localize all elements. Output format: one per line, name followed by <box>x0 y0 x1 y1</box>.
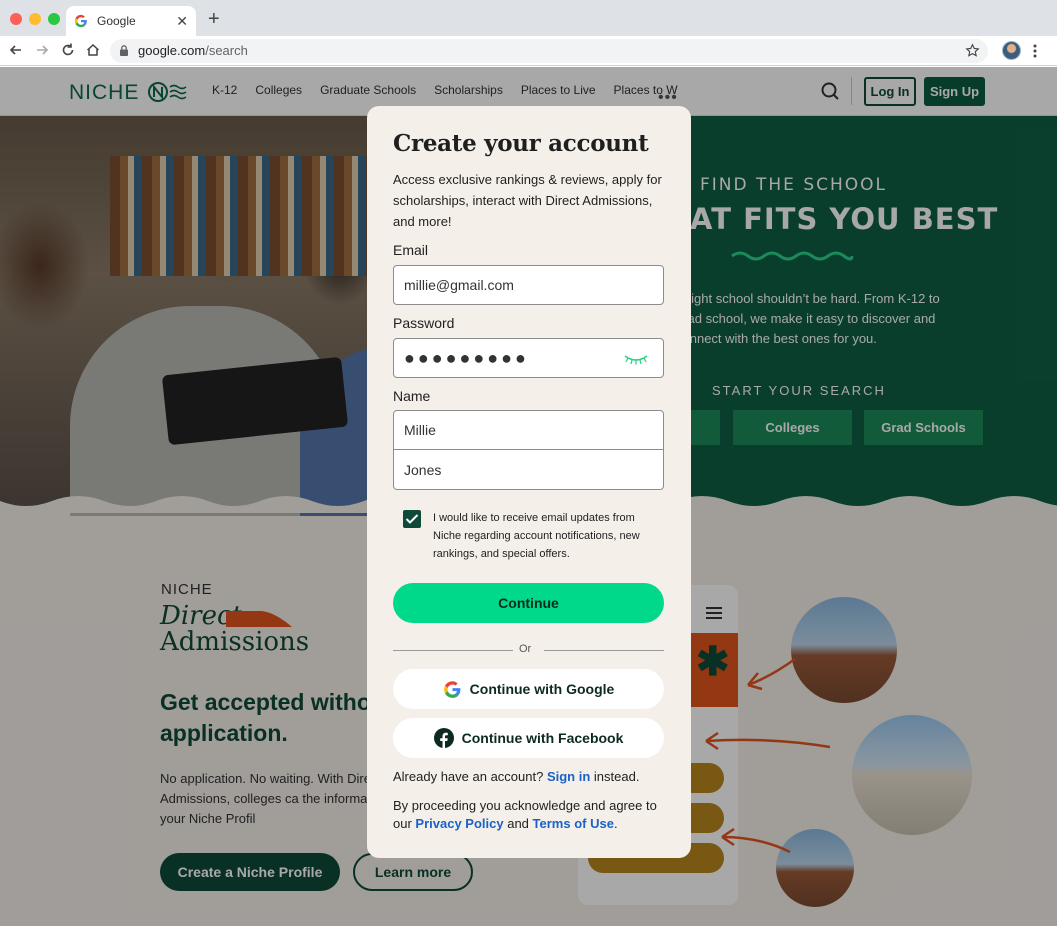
email-label: Email <box>393 242 429 258</box>
browser-toolbar: google.com/search <box>0 36 1057 66</box>
profile-avatar[interactable] <box>1002 41 1021 60</box>
forward-arrow-icon[interactable] <box>34 42 50 58</box>
close-tab-icon[interactable]: ✕ <box>176 13 188 30</box>
maximize-window-icon[interactable] <box>48 13 60 25</box>
first-name-field[interactable]: Millie <box>393 410 664 450</box>
email-field[interactable]: millie@gmail.com <box>393 265 664 305</box>
or-divider-text: Or <box>519 643 532 655</box>
minimize-window-icon[interactable] <box>29 13 41 25</box>
create-account-modal: Create your account Access exclusive ran… <box>367 106 691 858</box>
back-arrow-icon[interactable] <box>8 42 24 58</box>
password-field[interactable]: ●●●●●●●●● <box>393 338 664 378</box>
password-value: ●●●●●●●●● <box>404 347 529 368</box>
signin-prompt-suffix: instead. <box>593 769 640 784</box>
signin-link[interactable]: Sign in <box>547 769 590 784</box>
modal-subtitle: Access exclusive rankings & reviews, app… <box>393 172 662 229</box>
google-signin-label: Continue with Google <box>469 681 615 697</box>
legal-notice: By proceeding you acknowledge and agree … <box>393 797 673 833</box>
signin-prompt-text: Already have an account? <box>393 769 544 784</box>
facebook-signin-label: Continue with Facebook <box>461 730 624 746</box>
modal-title: Create your account <box>393 130 649 157</box>
browser-window: Google ✕ + google.com/search NICHE K-12 … <box>0 0 1057 926</box>
email-optin-checkbox[interactable] <box>403 510 421 528</box>
legal-period: . <box>613 816 618 831</box>
password-label: Password <box>393 315 455 331</box>
checkmark-icon <box>405 514 419 524</box>
bookmark-star-icon[interactable] <box>965 43 980 58</box>
new-tab-button[interactable]: + <box>208 8 220 31</box>
browser-tab[interactable]: Google ✕ <box>66 6 196 36</box>
last-name-field[interactable]: Jones <box>393 450 664 490</box>
lock-icon <box>120 45 128 56</box>
url-path: /search <box>205 43 248 58</box>
legal-and: and <box>507 816 529 831</box>
address-bar[interactable]: google.com/search <box>110 39 988 63</box>
terms-of-use-link[interactable]: Terms of Use <box>533 816 614 831</box>
tab-title: Google <box>97 14 136 28</box>
show-password-icon[interactable] <box>623 352 649 366</box>
google-icon <box>443 680 461 698</box>
facebook-icon <box>433 728 454 748</box>
signin-prompt: Already have an account? Sign in instead… <box>393 769 639 784</box>
name-label: Name <box>393 388 431 404</box>
reload-icon[interactable] <box>60 42 76 58</box>
google-favicon-icon <box>74 14 87 28</box>
tab-strip: Google ✕ + <box>0 0 1057 36</box>
browser-menu-icon[interactable] <box>1033 43 1037 59</box>
divider-line <box>544 650 664 651</box>
email-optin-label: I would like to receive email updates fr… <box>433 512 640 560</box>
google-signin-button[interactable]: Continue with Google <box>393 669 664 709</box>
url-host: google.com <box>138 43 206 58</box>
continue-button[interactable]: Continue <box>393 583 664 623</box>
facebook-signin-button[interactable]: Continue with Facebook <box>393 718 664 758</box>
privacy-policy-link[interactable]: Privacy Policy <box>415 816 503 831</box>
close-window-icon[interactable] <box>10 13 22 25</box>
divider-line <box>393 650 513 651</box>
url-text: google.com/search <box>138 43 248 58</box>
home-icon[interactable] <box>85 42 101 58</box>
